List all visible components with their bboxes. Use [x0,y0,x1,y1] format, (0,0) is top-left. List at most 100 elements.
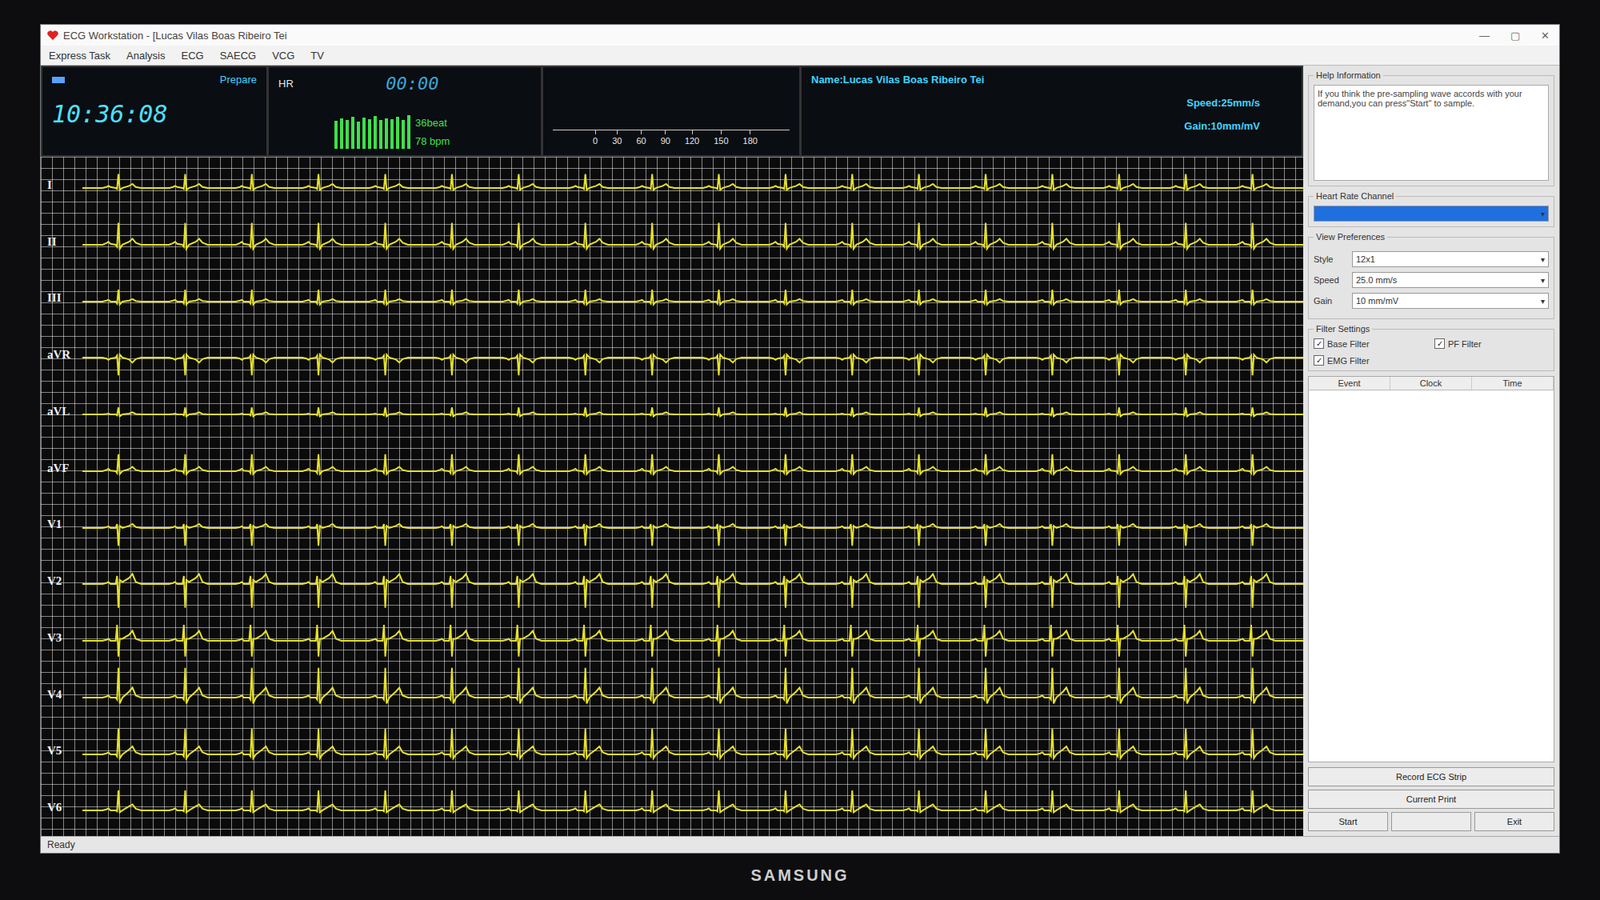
column-header[interactable]: Clock [1390,376,1472,390]
help-text: If you think the pre-sampling wave accor… [1313,84,1549,181]
ecg-lead: aVL [40,383,1304,440]
status-panel: Prepare 10:36:08 [42,67,267,156]
checkbox-icon: ✓ [1434,338,1445,349]
lead-label: V5 [40,744,83,758]
filter-checkbox[interactable]: ✓ PF Filter [1434,338,1549,349]
menu-item[interactable]: Analysis [126,49,165,62]
meter-bar [390,119,394,149]
lead-trace [82,666,1304,724]
hr-label: HR [278,77,294,90]
view-preferences-group: View Preferences Style 12x1▾Speed 25.0 m… [1308,232,1555,320]
scale-tick: 60 [636,136,646,146]
field-label: Speed [1313,275,1346,285]
side-panel: Help Information If you think the pre-sa… [1303,65,1560,836]
lead-label: II [40,235,83,249]
heart-rate: 78 bpm [415,135,450,148]
lead-trace [82,779,1304,836]
hr-meter [334,110,411,149]
group-title: Heart Rate Channel [1313,191,1396,201]
lead-label: aVL [40,404,83,419]
column-header[interactable]: Time [1472,376,1554,390]
ecg-lead: V1 [40,496,1304,554]
control-button[interactable] [1391,812,1472,832]
lead-trace [82,156,1304,214]
meter-bar [340,118,344,149]
window-control[interactable]: ▢ [1507,29,1524,42]
lead-trace [82,723,1304,780]
ecg-lead: V4 [40,666,1304,724]
filter-settings-group: Filter Settings ✓ Base Filter ✓ PF Filter… [1308,324,1555,372]
clock: 10:36:08 [52,100,257,128]
lead-label: aVR [40,348,83,362]
lead-trace [82,270,1304,328]
lead-trace [82,383,1304,440]
menu-item[interactable]: Express Task [48,49,111,62]
meter-bar [384,118,388,149]
patient-panel: Name:Lucas Vilas Boas Ribeiro Tei Speed:… [801,67,1302,156]
heart-icon [47,30,59,41]
window-control[interactable]: ✕ [1537,29,1553,42]
meter-bar [362,117,366,149]
menu-item[interactable]: TV [310,49,324,62]
lead-label: V6 [40,800,83,815]
lead-trace [82,609,1304,667]
meter-bar [401,120,405,149]
checkbox-icon: ✓ [1313,338,1324,349]
lead-label: aVF [40,461,83,476]
field-label: Style [1313,254,1346,264]
meter-bar [373,116,377,149]
menu-item[interactable]: SAECG [220,49,257,62]
column-header[interactable]: Event [1308,376,1391,390]
brand-logo: SAMSUNG [40,853,1560,885]
scale-panel: 0 30 60 90 120 150 180 [543,67,800,156]
ecg-lead: I [40,156,1304,214]
ecg-lead: aVR [40,326,1304,384]
control-button[interactable]: Start [1308,812,1388,832]
heart-rate-panel: HR 00:00 36beat 78 bpm [268,67,541,156]
menu-bar: Express Task Analysis ECG SAECG VCG TV [40,45,1560,66]
action-button[interactable]: Current Print [1308,789,1555,809]
menu-item[interactable]: ECG [181,49,204,62]
scale-tick: 180 [743,136,758,146]
group-title: Filter Settings [1313,324,1372,334]
lead-trace [82,496,1304,554]
lead-label: V1 [40,517,83,532]
meter-bar [379,120,383,149]
filter-checkbox[interactable]: ✓ EMG Filter [1313,355,1428,366]
filter-checkbox[interactable]: ✓ Base Filter [1313,338,1428,349]
app-window: ECG Workstation - [Lucas Vilas Boas Ribe… [40,24,1560,854]
help-group: Help Information If you think the pre-sa… [1308,70,1555,187]
status-bar: Ready [40,836,1560,853]
device-icon [52,76,65,84]
action-button[interactable]: Record ECG Strip [1308,767,1555,787]
lead-label: V3 [40,631,83,645]
channel-select[interactable]: ▾ [1313,205,1549,222]
scale-tick: 90 [660,136,671,146]
ecg-lead: V5 [40,723,1304,780]
menu-item[interactable]: VCG [272,49,295,62]
title-bar: ECG Workstation - [Lucas Vilas Boas Ribe… [40,24,1560,46]
monitor: ECG Workstation - [Lucas Vilas Boas Ribe… [0,0,1600,900]
ecg-lead: V3 [40,609,1304,667]
scale-tick: 120 [684,136,700,146]
ecg-lead: III [40,270,1304,328]
dropdown-icon: ▾ [1540,296,1545,306]
lead-trace [82,326,1304,384]
window-title: ECG Workstation - [Lucas Vilas Boas Ribe… [63,29,1472,42]
meter-bar [351,116,355,149]
scale-tick: 0 [592,136,598,146]
meter-bar [345,120,349,149]
control-button[interactable]: Exit [1474,812,1555,832]
scale-tick: 150 [713,136,728,146]
lead-label: V2 [40,574,83,588]
lead-trace [82,213,1304,271]
ecg-lead: V6 [40,779,1304,836]
preference-select[interactable]: 25.0 mm/s▾ [1352,272,1549,288]
window-control[interactable]: — [1476,29,1493,42]
meter-bar [407,115,411,149]
meter-bar [334,120,338,149]
beat-count: 36beat [415,116,450,129]
preference-select[interactable]: 12x1▾ [1352,251,1549,268]
preference-select[interactable]: 10 mm/mV▾ [1352,292,1549,309]
meter-bar [356,121,360,149]
